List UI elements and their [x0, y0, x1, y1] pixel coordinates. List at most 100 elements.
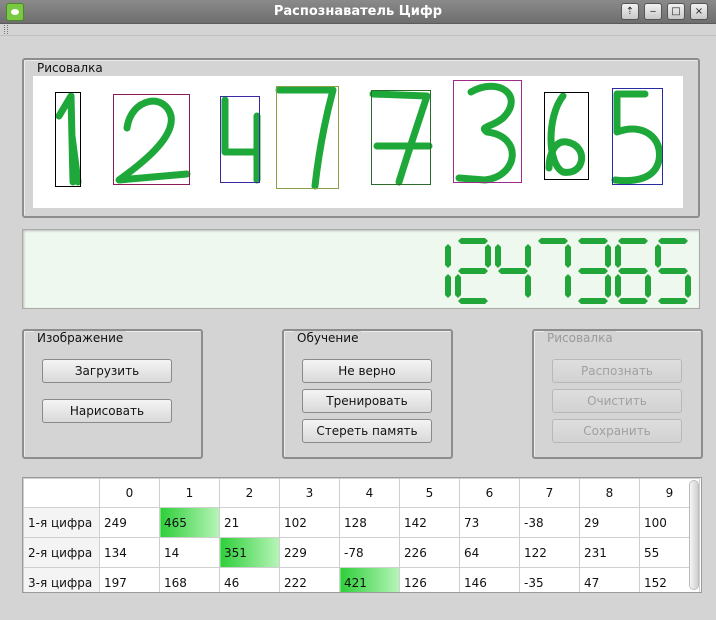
- table-cell[interactable]: -38: [519, 507, 580, 538]
- lcd-segment: [615, 244, 621, 268]
- digit-bounding-box: [220, 96, 260, 183]
- train-button[interactable]: Тренировать: [302, 389, 432, 413]
- table-cell[interactable]: 168: [159, 567, 220, 592]
- grip-handle-icon[interactable]: [4, 25, 8, 34]
- column-header[interactable]: 2: [219, 478, 280, 508]
- lcd-segment: [685, 274, 691, 298]
- table-cell[interactable]: 47: [579, 567, 640, 592]
- digit-bounding-box: [113, 94, 190, 185]
- table-cell[interactable]: 102: [279, 507, 340, 538]
- lcd-segment: [525, 244, 531, 268]
- table-cell-highlighted[interactable]: 421: [339, 567, 400, 592]
- clear-button[interactable]: Очистить: [552, 389, 682, 413]
- table-row: 1-я цифра 249 465 21 102 128 142 73 -38 …: [23, 507, 700, 538]
- table-cell[interactable]: 64: [459, 537, 520, 568]
- column-header[interactable]: 5: [399, 478, 460, 508]
- toolbar-strip: [0, 24, 716, 36]
- lcd-segment: [578, 298, 608, 304]
- lcd-segment: [578, 268, 608, 274]
- title-bar[interactable]: Распознаватель Цифр ⇡ ‒ □ ×: [0, 0, 716, 24]
- table-cell[interactable]: 229: [279, 537, 340, 568]
- lcd-segment: [645, 274, 651, 298]
- table-cell[interactable]: -78: [339, 537, 400, 568]
- lcd-segment: [658, 238, 688, 244]
- close-icon[interactable]: ×: [690, 3, 708, 20]
- table-cell-highlighted[interactable]: 351: [219, 537, 280, 568]
- lcd-segment: [605, 274, 611, 298]
- column-header[interactable]: 8: [579, 478, 640, 508]
- lcd-segment: [445, 244, 451, 268]
- row-header[interactable]: 2-я цифра: [23, 537, 100, 568]
- draw-button[interactable]: Нарисовать: [42, 399, 172, 423]
- wrong-button[interactable]: Не верно: [302, 359, 432, 383]
- table-cell[interactable]: 226: [399, 537, 460, 568]
- digit-bounding-box: [612, 88, 663, 185]
- scrollbar-thumb[interactable]: [690, 481, 698, 589]
- vertical-scrollbar[interactable]: [689, 480, 699, 590]
- table-cell[interactable]: 46: [219, 567, 280, 592]
- lcd-segment: [618, 298, 648, 304]
- table-cell[interactable]: 146: [459, 567, 520, 592]
- image-group: [22, 329, 203, 459]
- table-cell[interactable]: -35: [519, 567, 580, 592]
- table-cell[interactable]: 222: [279, 567, 340, 592]
- lcd-display: [22, 229, 700, 309]
- column-header[interactable]: 6: [459, 478, 520, 508]
- lcd-segment: [445, 274, 451, 298]
- table-row: 3-я цифра 197 168 46 222 421 126 146 -35…: [23, 567, 700, 592]
- table-cell-highlighted[interactable]: 465: [159, 507, 220, 538]
- table-cell[interactable]: 231: [579, 537, 640, 568]
- lcd-segment: [458, 268, 488, 274]
- training-group-title: Обучение: [294, 331, 362, 345]
- lcd-segment: [525, 274, 531, 298]
- lcd-segment: [658, 268, 688, 274]
- table-cell[interactable]: 14: [159, 537, 220, 568]
- lcd-segment: [498, 268, 528, 274]
- results-table-container[interactable]: 0 1 2 3 4 5 6 7 8 9 1-я цифра 249 465 21…: [22, 477, 702, 593]
- lcd-segment: [618, 268, 648, 274]
- erase-memory-button[interactable]: Стереть память: [302, 419, 432, 443]
- table-cell[interactable]: 21: [219, 507, 280, 538]
- drawing-canvas[interactable]: [33, 76, 683, 208]
- digit-bounding-box: [453, 80, 522, 183]
- table-cell[interactable]: 126: [399, 567, 460, 592]
- lcd-segment: [455, 274, 461, 298]
- draw-panel-group-title: Рисовалка: [544, 331, 616, 345]
- lcd-segment: [615, 274, 621, 298]
- table-cell[interactable]: 73: [459, 507, 520, 538]
- up-arrow-icon[interactable]: ⇡: [621, 3, 639, 20]
- table-cell[interactable]: 128: [339, 507, 400, 538]
- column-header[interactable]: 4: [339, 478, 400, 508]
- row-header[interactable]: 1-я цифра: [23, 507, 100, 538]
- lcd-segment: [658, 298, 688, 304]
- load-button[interactable]: Загрузить: [42, 359, 172, 383]
- lcd-segment: [605, 244, 611, 268]
- table-cell[interactable]: 122: [519, 537, 580, 568]
- column-header[interactable]: 3: [279, 478, 340, 508]
- table-cell[interactable]: 197: [99, 567, 160, 592]
- table-cell[interactable]: 142: [399, 507, 460, 538]
- lcd-segment: [618, 238, 648, 244]
- table-header-row: 0 1 2 3 4 5 6 7 8 9: [23, 478, 700, 508]
- column-header[interactable]: 1: [159, 478, 220, 508]
- column-header[interactable]: 0: [99, 478, 160, 508]
- digit-bounding-box: [544, 92, 589, 180]
- table-cell[interactable]: 134: [99, 537, 160, 568]
- image-group-title: Изображение: [34, 331, 127, 345]
- lcd-segment: [578, 238, 608, 244]
- table-cell[interactable]: 249: [99, 507, 160, 538]
- maximize-icon[interactable]: □: [667, 3, 685, 20]
- recognize-button[interactable]: Распознать: [552, 359, 682, 383]
- results-table: 0 1 2 3 4 5 6 7 8 9 1-я цифра 249 465 21…: [23, 478, 700, 592]
- minimize-icon[interactable]: ‒: [644, 3, 662, 20]
- save-button[interactable]: Сохранить: [552, 419, 682, 443]
- digit-bounding-box: [55, 92, 81, 187]
- row-header[interactable]: 3-я цифра: [23, 567, 100, 592]
- lcd-segment: [458, 298, 488, 304]
- digit-bounding-box: [276, 86, 339, 189]
- main-window: Распознаватель Цифр ⇡ ‒ □ × Рисовалка Из…: [0, 0, 716, 620]
- column-header[interactable]: 7: [519, 478, 580, 508]
- lcd-segment: [565, 274, 571, 298]
- table-cell[interactable]: 29: [579, 507, 640, 538]
- lcd-segment: [495, 244, 501, 268]
